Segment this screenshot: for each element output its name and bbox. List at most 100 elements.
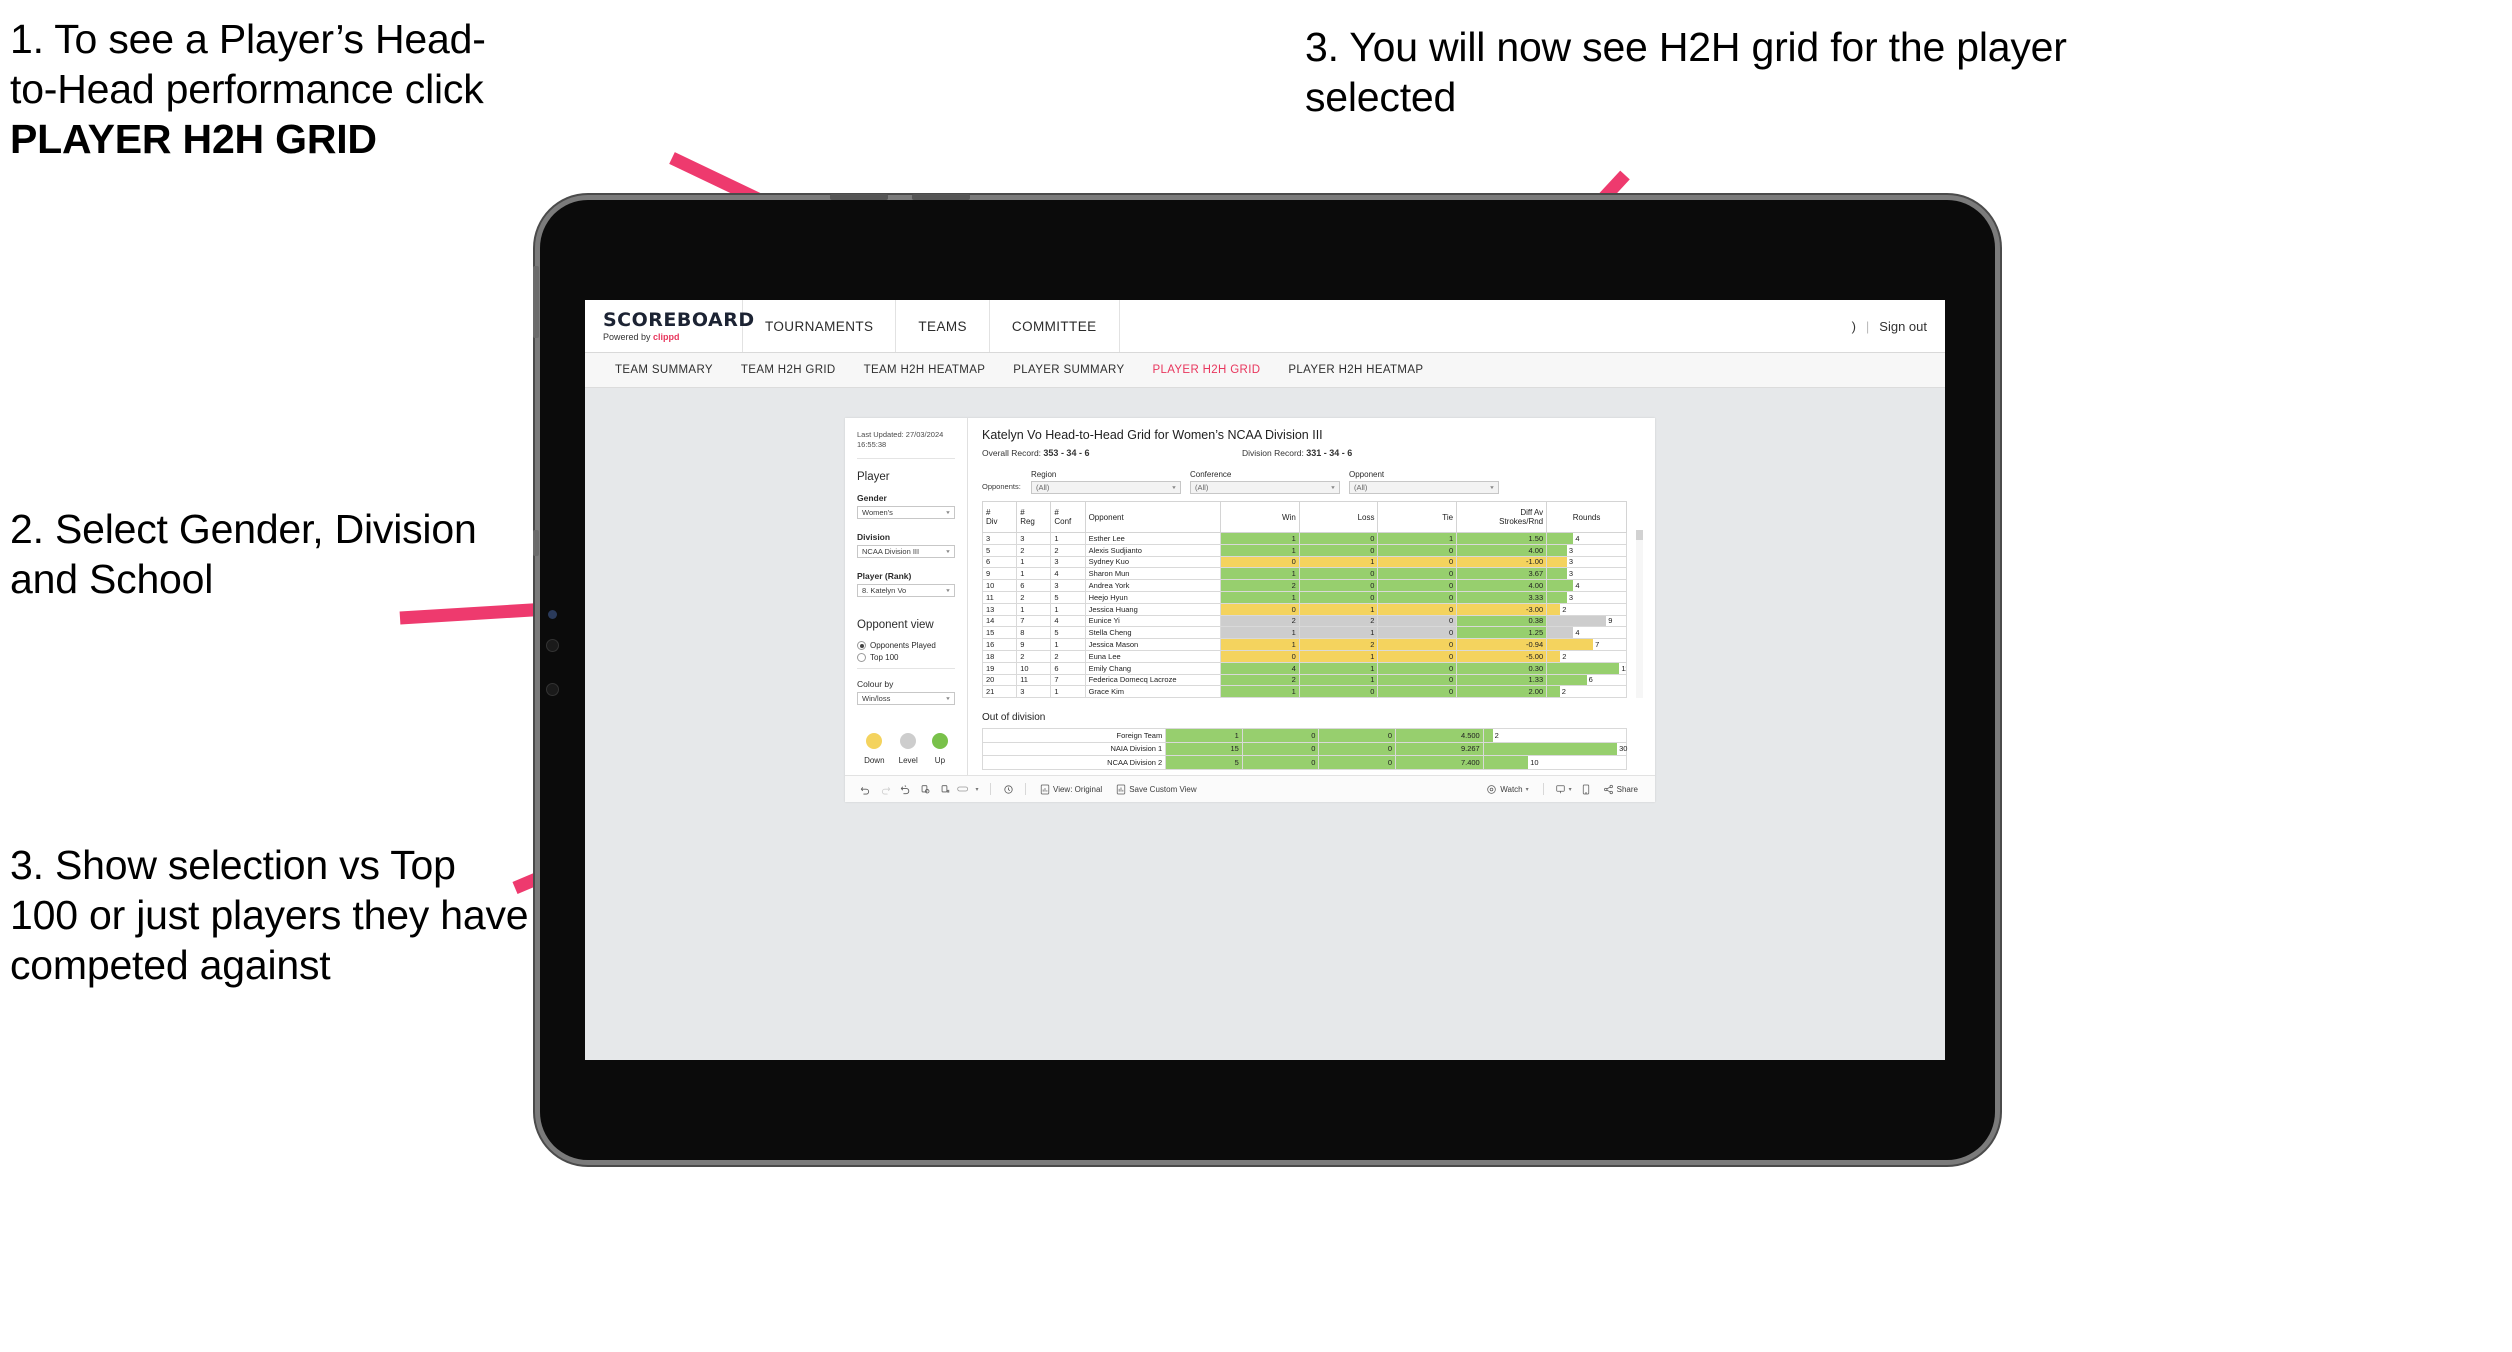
filter-opponent: Opponent (All) ▼ xyxy=(1349,470,1499,494)
brand-logo[interactable]: SCOREBOARD Powered by clippd xyxy=(585,300,754,352)
topnav-item-tournaments[interactable]: TOURNAMENTS xyxy=(743,300,897,352)
grid-scrollbar-track[interactable] xyxy=(1636,530,1643,698)
refresh-data-icon[interactable] xyxy=(915,784,935,795)
division-record-value: 331 - 34 - 6 xyxy=(1306,448,1353,458)
filter-conference-select[interactable]: (All) ▼ xyxy=(1190,481,1340,494)
subnav-item-player-h2h-heatmap[interactable]: PLAYER H2H HEATMAP xyxy=(1274,364,1437,376)
cell-diff-av-strokes: -3.00 xyxy=(1456,602,1548,616)
subnav-item-team-summary[interactable]: TEAM SUMMARY xyxy=(601,364,727,376)
division-select[interactable]: NCAA Division III ▼ xyxy=(857,545,955,559)
cell-rounds: 4 xyxy=(1546,579,1627,592)
table-row-partial[interactable]: 21 3 1 Grace Kim 1 0 0 2.00 2 xyxy=(982,685,1627,698)
tablet-power-button[interactable] xyxy=(533,530,539,556)
table-row[interactable]: Foreign Team 1 0 0 4.500 2 xyxy=(981,728,1628,743)
cell-diff-av-strokes: 3.67 xyxy=(1456,567,1548,581)
h2h-grid-scroll-area[interactable]: # Div # Reg # Conf Opponent Win Loss Tie Di… xyxy=(982,501,1643,698)
table-row[interactable]: 20 11 7 Federica Domecq Lacroze 2 1 0 1.33 6 xyxy=(982,673,1627,687)
gender-select[interactable]: Women's ▼ xyxy=(857,506,955,520)
table-row[interactable]: 11 2 5 Heejo Hyun 1 0 0 3.33 3 xyxy=(982,590,1627,604)
filter-region-value: (All) xyxy=(1036,483,1050,492)
table-row[interactable]: 14 7 4 Eunice Yi 2 2 0 0.38 9 xyxy=(982,614,1627,628)
subnav-item-player-summary[interactable]: PLAYER SUMMARY xyxy=(999,364,1138,376)
brand-tagline-clippd: clippd xyxy=(653,331,680,342)
pause-updates-icon[interactable] xyxy=(935,784,955,795)
colour-by-select[interactable]: Win/loss ▼ xyxy=(857,692,955,706)
cell-reg: 3 xyxy=(1016,685,1052,698)
device-preview-icon[interactable] xyxy=(1576,784,1596,795)
watch-button[interactable]: Watch ▾ xyxy=(1479,784,1535,795)
cell-win: 1 xyxy=(1220,543,1300,557)
radio-on-icon xyxy=(857,641,866,651)
chevron-down-icon: ▼ xyxy=(945,696,951,702)
cell-diff-av-strokes: 4.500 xyxy=(1395,728,1484,743)
watch-label: Watch xyxy=(1500,784,1523,794)
cell-loss: 1 xyxy=(1298,555,1379,569)
table-row[interactable]: 3 3 1 Esther Lee 1 0 1 1.50 4 xyxy=(982,532,1627,545)
chevron-down-icon[interactable]: ▾ xyxy=(971,786,983,793)
grid-scrollbar-thumb[interactable] xyxy=(1636,530,1643,540)
cell-reg: 2 xyxy=(1016,590,1052,604)
table-row[interactable]: 16 9 1 Jessica Mason 1 2 0 -0.94 7 xyxy=(982,638,1627,651)
annotation-4: 3. You will now see H2H grid for the pla… xyxy=(1305,24,2067,121)
undo-icon[interactable] xyxy=(855,784,875,795)
table-row[interactable]: 10 6 3 Andrea York 2 0 0 4.00 4 xyxy=(982,579,1627,592)
table-row[interactable]: 13 1 1 Jessica Huang 0 1 0 -3.00 2 xyxy=(982,602,1627,616)
rounds-value: 2 xyxy=(1494,730,1499,740)
cell-loss: 0 xyxy=(1241,728,1320,743)
rounds-value: 3 xyxy=(1568,545,1574,555)
app-topbar: SCOREBOARD Powered by clippd TOURNAMENTS… xyxy=(585,300,1945,353)
subscribe-button[interactable]: ▾ xyxy=(1551,784,1576,795)
cell-win: 5 xyxy=(1165,755,1243,770)
cell-loss: 1 xyxy=(1298,602,1379,616)
revert-icon[interactable] xyxy=(895,784,915,795)
legend-label-level: Level xyxy=(898,756,918,766)
cell-conf: 7 xyxy=(1050,673,1086,687)
legend-dot-level-icon xyxy=(900,733,917,750)
cell-conf: 1 xyxy=(1050,602,1086,616)
legend-label-up: Up xyxy=(934,756,946,766)
filter-region: Region (All) ▼ xyxy=(1031,470,1181,494)
cell-opponent: Alexis Sudjianto xyxy=(1084,543,1222,557)
cell-opponent: Stella Cheng xyxy=(1084,626,1222,640)
legend-item-up: Up xyxy=(931,733,948,766)
rounds-bar xyxy=(1547,557,1567,567)
topnav-item-teams[interactable]: TEAMS xyxy=(896,300,990,352)
table-row[interactable]: NCAA Division 2 5 0 0 7.400 10 xyxy=(981,755,1628,770)
sign-out-link[interactable]: Sign out xyxy=(1879,319,1927,334)
alerts-icon[interactable] xyxy=(998,784,1018,795)
subnav-item-player-h2h-grid[interactable]: PLAYER H2H GRID xyxy=(1138,364,1274,376)
table-row[interactable]: NAIA Division 1 15 0 0 9.267 30 xyxy=(981,741,1627,756)
table-row[interactable]: 5 2 2 Alexis Sudjianto 1 0 0 4.00 3 xyxy=(982,543,1627,557)
rounds-bar xyxy=(1483,756,1529,769)
radio-top-100[interactable]: Top 100 xyxy=(857,653,955,663)
subnav-item-team-h2h-heatmap[interactable]: TEAM H2H HEATMAP xyxy=(850,364,1000,376)
cell-conf: 6 xyxy=(1050,661,1086,675)
topnav-item-committee[interactable]: COMMITTEE xyxy=(990,300,1120,352)
cell-opponent: Euna Lee xyxy=(1084,649,1222,663)
redo-icon[interactable] xyxy=(875,784,895,795)
save-custom-view-button[interactable]: Save Custom View xyxy=(1109,784,1203,795)
annotation-3: 3. Show selection vs Top 100 or just pla… xyxy=(10,842,529,989)
table-row[interactable]: 6 1 3 Sydney Kuo 0 1 0 -1.00 3 xyxy=(982,555,1627,569)
last-updated-text: Last Updated: 27/03/2024 16:55:38 xyxy=(857,430,955,460)
share-button[interactable]: Share xyxy=(1596,784,1645,795)
filter-region-select[interactable]: (All) ▼ xyxy=(1031,481,1181,494)
subnav-item-team-h2h-grid[interactable]: TEAM H2H GRID xyxy=(727,364,850,376)
view-original-button[interactable]: View: Original xyxy=(1033,784,1109,795)
radio-opponents-played[interactable]: Opponents Played xyxy=(857,641,955,651)
tablet-volume-button[interactable] xyxy=(533,266,539,338)
table-row[interactable]: 9 1 4 Sharon Mun 1 0 0 3.67 3 xyxy=(982,567,1627,581)
pill-shape-icon[interactable] xyxy=(955,785,971,793)
chevron-down-icon: ▼ xyxy=(945,588,951,594)
cell-diff-av-strokes: 3.33 xyxy=(1456,590,1548,604)
filter-opponent-select[interactable]: (All) ▼ xyxy=(1349,481,1499,494)
table-row[interactable]: 18 2 2 Euna Lee 0 1 0 -5.00 2 xyxy=(982,649,1627,663)
table-row[interactable]: 15 8 5 Stella Cheng 1 1 0 1.25 4 xyxy=(982,626,1627,640)
tablet-screen: SCOREBOARD Powered by clippd TOURNAMENTS… xyxy=(585,300,1945,1060)
table-row[interactable]: 19106Emily Chang4100.3011 xyxy=(982,661,1627,675)
cell-opponent: Grace Kim xyxy=(1084,685,1222,698)
cell-tie: 0 xyxy=(1377,649,1458,663)
player-rank-select[interactable]: 8. Katelyn Vo ▼ xyxy=(857,584,955,598)
cell-div: 11 xyxy=(982,590,1018,604)
save-custom-view-label: Save Custom View xyxy=(1129,784,1197,794)
